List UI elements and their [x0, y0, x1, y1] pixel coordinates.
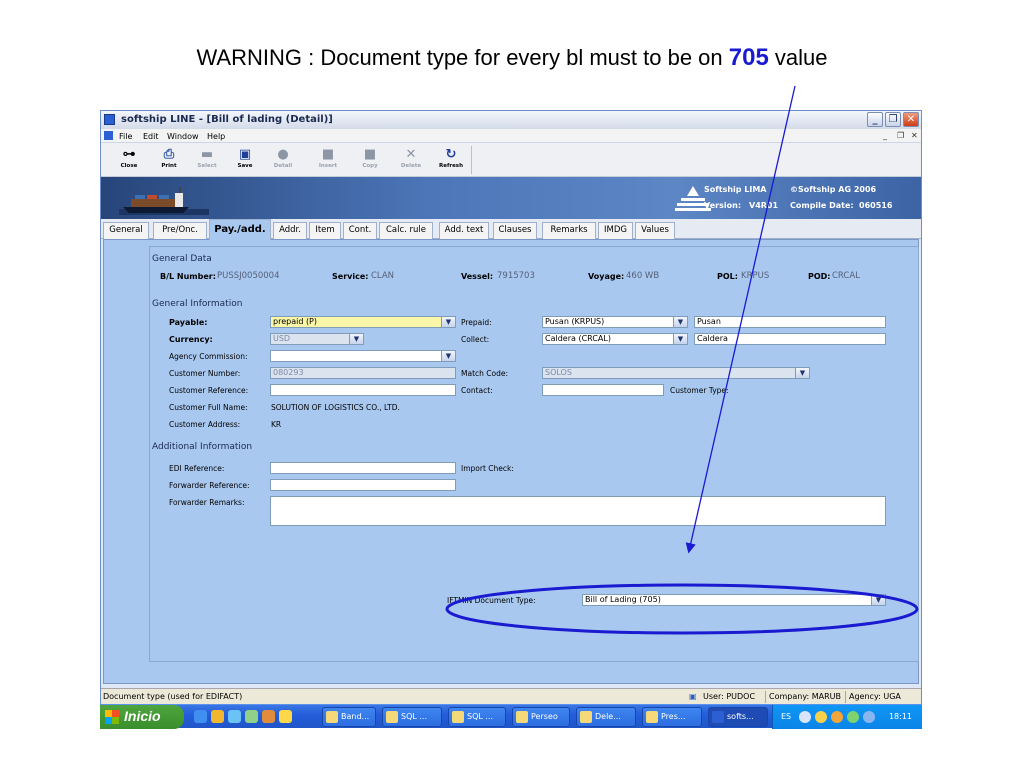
annotation-overlay	[445, 85, 919, 635]
annotation-ellipse	[445, 583, 919, 635]
tab-pay-add[interactable]: Pay./add.	[209, 219, 271, 240]
annotation-arrow	[685, 85, 796, 554]
